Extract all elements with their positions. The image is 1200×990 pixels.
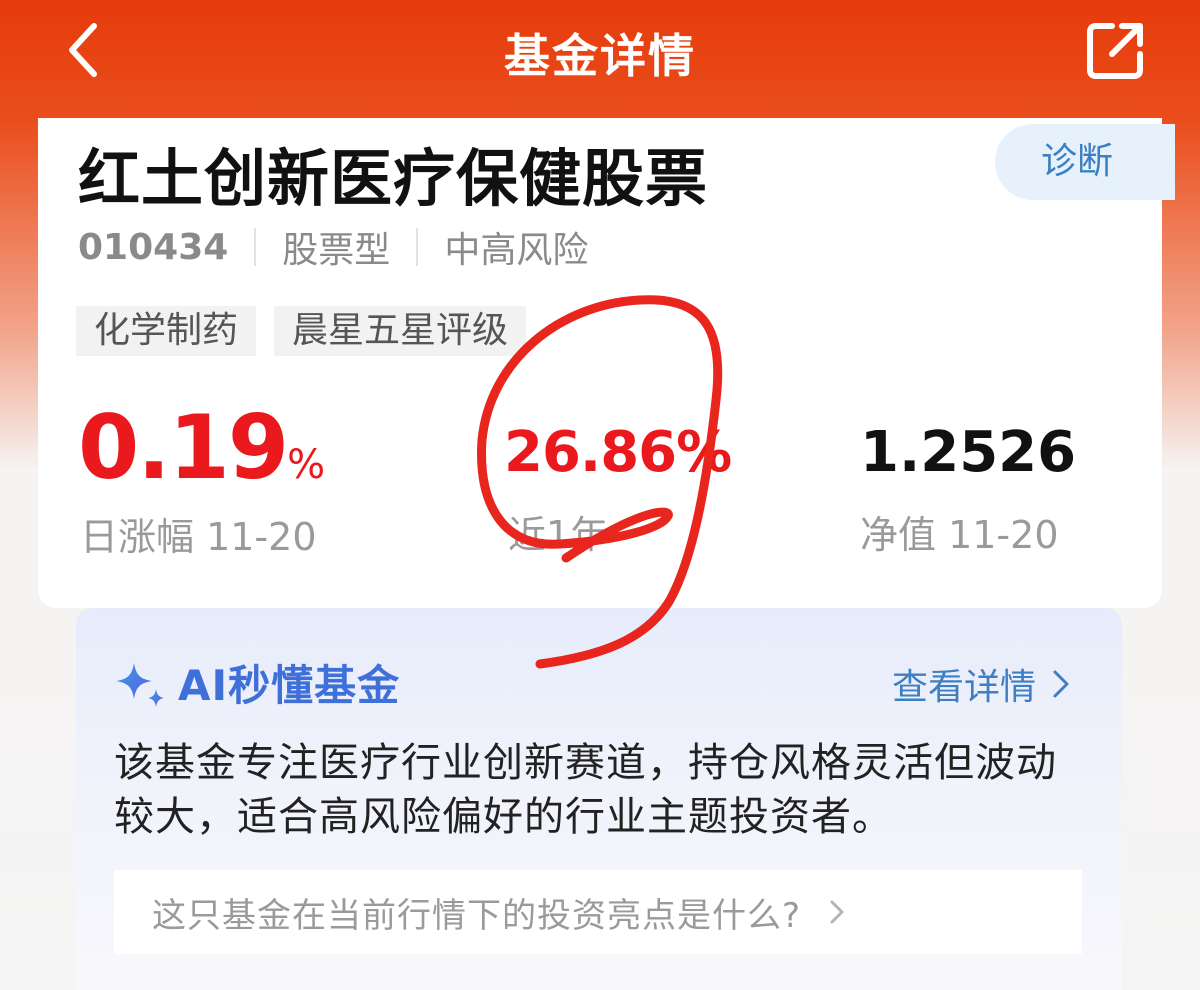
divider [254, 228, 257, 266]
ai-insight-card: AI秒懂基金 查看详情 该基金专注医疗行业创新赛道，持仓风格灵活但波动较大，适合… [76, 608, 1122, 990]
ai-title: AI秒懂基金 [178, 661, 401, 710]
one-year-return-label: 近1年 [508, 513, 609, 557]
share-icon [1087, 23, 1143, 79]
fund-meta-row: 010434 股票型 中高风险 [78, 222, 588, 272]
divider [416, 228, 419, 266]
nav-label: 净值 11-20 [860, 513, 1059, 557]
suggested-question-text: 这只基金在当前行情下的投资亮点是什么? [152, 895, 802, 936]
fund-tags: 化学制药 晨星五星评级 [76, 306, 527, 356]
suggested-question[interactable]: 这只基金在当前行情下的投资亮点是什么? [114, 870, 1082, 954]
ai-header: AI秒懂基金 [112, 652, 400, 713]
fund-name: 红土创新医疗保健股票 [78, 142, 709, 215]
fund-summary-card: 红土创新医疗保健股票 诊断 010434 股票型 中高风险 化学制药 晨星五星评… [38, 118, 1175, 608]
daily-change-label: 日涨幅 11-20 [80, 515, 317, 559]
daily-change-value: 0.19 [78, 396, 289, 499]
ai-summary-text: 该基金专注医疗行业创新赛道，持仓风格灵活但波动较大，适合高风险偏好的行业主题投资… [114, 740, 1057, 840]
nav-value: 1.2526 [860, 420, 1077, 485]
page-title: 基金详情 [504, 29, 696, 83]
nav-stat: 1.2526 净值 11-20 [860, 420, 1077, 557]
daily-change-unit: % [287, 442, 326, 488]
daily-change-stat: 0.19% 日涨幅 11-20 [78, 396, 326, 559]
tag-rating[interactable]: 晨星五星评级 [274, 306, 527, 356]
fund-risk-level: 中高风险 [444, 230, 589, 271]
view-details-link[interactable]: 查看详情 [892, 658, 1070, 710]
chevron-right-icon [830, 900, 844, 924]
fund-type: 股票型 [282, 230, 391, 271]
top-navigation-bar: 基金详情 [0, 0, 1200, 105]
fund-code: 010434 [78, 226, 229, 268]
chevron-right-icon [1053, 670, 1069, 698]
diagnose-button[interactable]: 诊断 [995, 124, 1175, 200]
tag-sector[interactable]: 化学制药 [76, 306, 257, 356]
sparkle-icon [116, 662, 164, 707]
share-button[interactable] [1082, 18, 1148, 84]
view-details-label: 查看详情 [891, 667, 1036, 708]
one-year-return-stat: 26.86% 近1年 [504, 420, 732, 557]
one-year-return-value: 26.86% [504, 420, 732, 485]
